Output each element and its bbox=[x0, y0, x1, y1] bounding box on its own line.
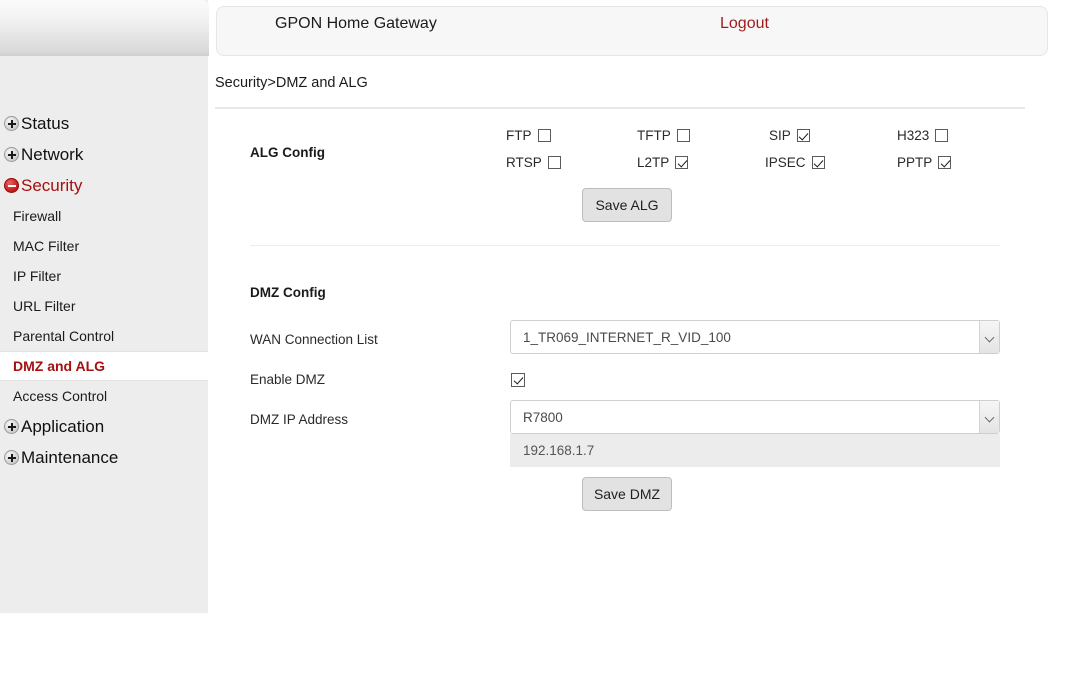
sidebar-item-ip-filter[interactable]: IP Filter bbox=[0, 261, 208, 291]
divider bbox=[250, 245, 1000, 246]
alg-checkbox-label: L2TP bbox=[637, 155, 670, 170]
minus-icon[interactable] bbox=[4, 178, 19, 193]
sidebar-item-dmz-and-alg[interactable]: DMZ and ALG bbox=[0, 351, 208, 381]
checkbox-pptp[interactable] bbox=[938, 156, 952, 169]
breadcrumb: Security>DMZ and ALG bbox=[215, 75, 368, 91]
checkbox-rtsp[interactable] bbox=[547, 156, 561, 169]
sidebar-item-label: Security bbox=[21, 176, 83, 195]
sidebar-subitem-label: DMZ and ALG bbox=[13, 358, 106, 374]
sidebar-item-status[interactable]: Status bbox=[0, 108, 208, 139]
plus-icon[interactable] bbox=[4, 147, 19, 162]
save-dmz-button[interactable]: Save DMZ bbox=[582, 477, 672, 511]
page-root: Status Network Security Firewall MAC Fil… bbox=[0, 0, 1075, 678]
wan-connection-list-select[interactable]: 1_TR069_INTERNET_R_VID_100 bbox=[510, 320, 1000, 354]
sidebar-item-label: Status bbox=[21, 114, 70, 133]
sidebar-subitem-label: MAC Filter bbox=[13, 238, 80, 254]
alg-checkbox-label: H323 bbox=[897, 128, 930, 143]
dmz-ip-resolved-field: 192.168.1.7 bbox=[510, 434, 1000, 467]
chevron-down-icon[interactable] bbox=[979, 321, 999, 353]
sidebar-item-url-filter[interactable]: URL Filter bbox=[0, 291, 208, 321]
alg-config-label: ALG Config bbox=[250, 145, 325, 160]
divider bbox=[215, 107, 1025, 109]
wan-connection-list-value: 1_TR069_INTERNET_R_VID_100 bbox=[523, 329, 731, 345]
sidebar-subitem-label: Parental Control bbox=[13, 328, 115, 344]
alg-checkbox-pptp[interactable]: PPTP bbox=[897, 155, 952, 170]
checkbox-sip[interactable] bbox=[796, 129, 810, 142]
sidebar-item-application[interactable]: Application bbox=[0, 411, 208, 442]
checkbox-l2tp[interactable] bbox=[675, 156, 689, 169]
alg-checkbox-label: TFTP bbox=[637, 128, 671, 143]
dmz-ip-address-value: R7800 bbox=[523, 409, 563, 425]
sidebar-item-security[interactable]: Security bbox=[0, 170, 208, 201]
alg-checkbox-tftp[interactable]: TFTP bbox=[637, 128, 690, 143]
alg-checkbox-label: SIP bbox=[769, 128, 791, 143]
sidebar-item-network[interactable]: Network bbox=[0, 139, 208, 170]
sidebar-item-mac-filter[interactable]: MAC Filter bbox=[0, 231, 208, 261]
alg-checkbox-sip[interactable]: SIP bbox=[769, 128, 810, 143]
sidebar-subitem-label: IP Filter bbox=[13, 268, 61, 284]
sidebar: Status Network Security Firewall MAC Fil… bbox=[0, 0, 209, 613]
wan-connection-list-label: WAN Connection List bbox=[250, 332, 378, 347]
logout-link[interactable]: Logout bbox=[720, 15, 769, 33]
alg-checkbox-rtsp[interactable]: RTSP bbox=[506, 155, 561, 170]
alg-checkbox-ftp[interactable]: FTP bbox=[506, 128, 551, 143]
plus-icon[interactable] bbox=[4, 116, 19, 131]
enable-dmz-label: Enable DMZ bbox=[250, 372, 326, 387]
checkbox-ftp[interactable] bbox=[537, 129, 551, 142]
dmz-ip-address-select[interactable]: R7800 bbox=[510, 400, 1000, 434]
dmz-config-label: DMZ Config bbox=[250, 285, 326, 300]
checkbox-ipsec[interactable] bbox=[811, 156, 825, 169]
dmz-ip-address-label: DMZ IP Address bbox=[250, 412, 349, 427]
sidebar-item-label: Network bbox=[21, 145, 84, 164]
sidebar-subitem-label: Firewall bbox=[13, 208, 62, 224]
sidebar-subitem-label: URL Filter bbox=[13, 298, 76, 314]
chevron-down-icon[interactable] bbox=[979, 401, 999, 433]
sidebar-item-label: Maintenance bbox=[21, 448, 119, 467]
sidebar-item-firewall[interactable]: Firewall bbox=[0, 201, 208, 231]
alg-checkbox-label: RTSP bbox=[506, 155, 542, 170]
checkbox-h323[interactable] bbox=[935, 129, 949, 142]
alg-checkbox-label: FTP bbox=[506, 128, 532, 143]
sidebar-logo-area bbox=[0, 0, 209, 56]
page-title: GPON Home Gateway bbox=[275, 15, 437, 32]
sidebar-item-label: Application bbox=[21, 417, 105, 436]
checkbox-enable-dmz[interactable] bbox=[511, 373, 525, 387]
alg-checkbox-h323[interactable]: H323 bbox=[897, 128, 949, 143]
sidebar-item-access-control[interactable]: Access Control bbox=[0, 381, 208, 411]
sidebar-subitem-label: Access Control bbox=[13, 388, 108, 404]
plus-icon[interactable] bbox=[4, 419, 19, 434]
alg-checkbox-label: IPSEC bbox=[765, 155, 806, 170]
alg-checkbox-label: PPTP bbox=[897, 155, 933, 170]
alg-checkbox-ipsec[interactable]: IPSEC bbox=[765, 155, 825, 170]
sidebar-item-parental-control[interactable]: Parental Control bbox=[0, 321, 208, 351]
alg-checkbox-l2tp[interactable]: L2TP bbox=[637, 155, 689, 170]
main-content: GPON Home Gateway Logout Security>DMZ an… bbox=[209, 0, 1075, 678]
sidebar-nav: Status Network Security Firewall MAC Fil… bbox=[0, 56, 208, 473]
sidebar-item-maintenance[interactable]: Maintenance bbox=[0, 442, 208, 473]
save-alg-button[interactable]: Save ALG bbox=[582, 188, 672, 222]
checkbox-tftp[interactable] bbox=[676, 129, 690, 142]
plus-icon[interactable] bbox=[4, 450, 19, 465]
